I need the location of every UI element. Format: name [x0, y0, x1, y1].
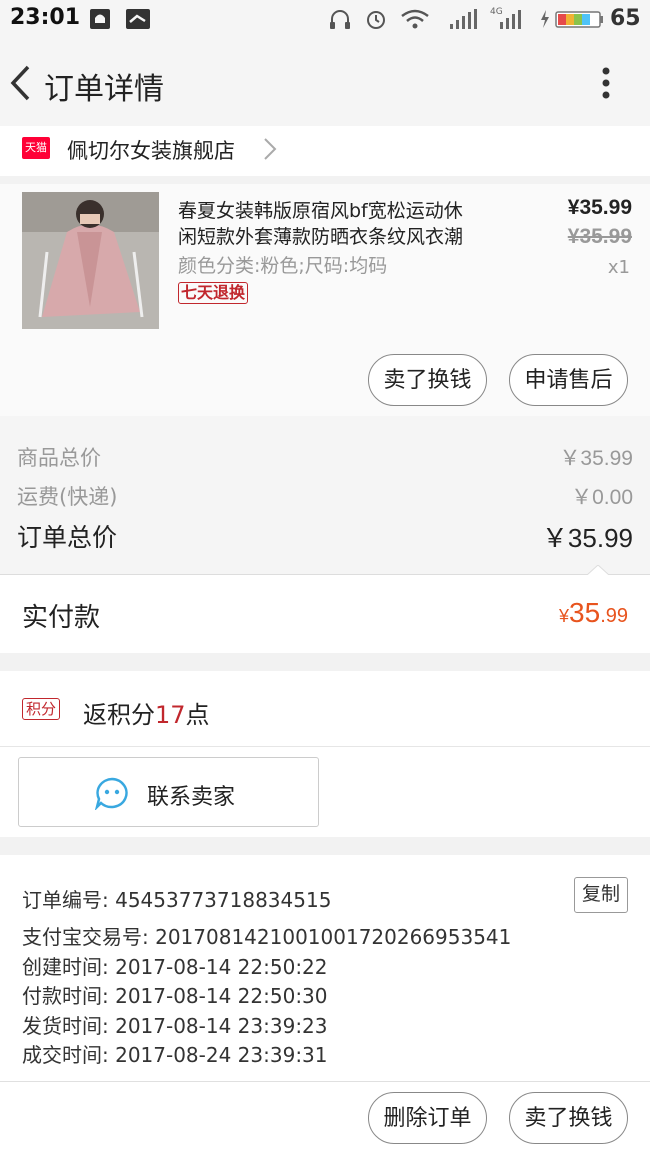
chat-icon — [94, 777, 128, 810]
page-title: 订单详情 — [44, 72, 164, 107]
shipping-value: ￥0.00 — [571, 486, 633, 509]
points-badge: 积分 — [22, 698, 61, 720]
paid-amount: ¥35.99 — [559, 597, 628, 629]
footer-bar: 删除订单 卖了换钱 — [0, 1082, 650, 1155]
paid-integer: 35 — [569, 597, 601, 628]
points-count: 17 — [155, 701, 186, 729]
points-section: 积分 返积分17点 — [0, 671, 650, 746]
contact-section: 联系卖家 — [0, 747, 650, 837]
points-suffix: 点 — [185, 701, 210, 729]
shop-name: 佩切尔女装旗舰店 — [67, 139, 235, 163]
notification-icon — [90, 9, 110, 29]
payment-section: 实付款 ¥35.99 — [0, 575, 650, 653]
return-policy-tag: 七天退换 — [178, 282, 249, 304]
product-quantity: x1 — [607, 257, 630, 278]
points-prefix: 返积分 — [83, 701, 155, 729]
shipped-time: 发货时间: 2017-08-14 23:39:23 — [22, 1014, 328, 1038]
product-original-price: ¥35.99 — [567, 225, 632, 248]
created-time: 创建时间: 2017-08-14 22:50:22 — [22, 955, 328, 979]
shipping-label: 运费(快递) — [17, 485, 118, 509]
product-title-line1[interactable]: 春夏女装韩版原宿风bf宽松运动休 — [178, 196, 463, 223]
alarm-icon — [367, 11, 385, 29]
paid-time: 付款时间: 2017-08-14 22:50:30 — [22, 984, 328, 1008]
paid-currency: ¥ — [559, 606, 570, 626]
points-text: 返积分17点 — [83, 695, 210, 730]
tmall-badge: 天猫 — [22, 137, 50, 159]
copy-button[interactable]: 复制 — [574, 877, 628, 913]
product-variant: 颜色分类:粉色;尺码:均码 — [178, 255, 388, 277]
paid-label: 实付款 — [22, 603, 101, 633]
delete-order-button[interactable]: 删除订单 — [368, 1092, 487, 1144]
battery-level: 65 — [610, 6, 641, 31]
contact-seller-label: 联系卖家 — [147, 785, 236, 810]
shop-row[interactable]: 天猫 佩切尔女装旗舰店 — [0, 126, 650, 176]
after-sale-button[interactable]: 申请售后 — [509, 354, 628, 406]
alipay-trade-number: 支付宝交易号: 2017081421001001720266953541 — [22, 925, 512, 949]
order-total-value: ￥35.99 — [541, 523, 633, 553]
order-info-section: 订单编号: 45453773718834515 支付宝交易号: 20170814… — [0, 855, 650, 1081]
paid-decimal: .99 — [600, 605, 628, 627]
battery-icon — [541, 10, 603, 28]
contact-seller-button[interactable]: 联系卖家 — [18, 757, 319, 827]
goods-total-value: ￥35.99 — [559, 447, 633, 470]
wifi-icon — [401, 9, 429, 29]
goods-total-label: 商品总价 — [17, 446, 101, 470]
order-number: 订单编号: 45453773718834515 — [22, 888, 332, 912]
headphones-icon — [330, 10, 350, 29]
product-price: ¥35.99 — [567, 196, 632, 219]
app-bar: 订单详情 — [0, 40, 650, 126]
signal-icon-2 — [500, 10, 521, 29]
completed-time: 成交时间: 2017-08-24 23:39:31 — [22, 1043, 328, 1067]
totals-section: 商品总价 ￥35.99 运费(快递) ￥0.00 订单总价 ￥35.99 — [0, 416, 650, 574]
message-icon — [126, 9, 150, 29]
signal-icon — [450, 9, 477, 29]
order-total-label: 订单总价 — [17, 523, 118, 552]
chevron-right-icon — [264, 138, 277, 160]
footer-sell-button[interactable]: 卖了换钱 — [509, 1092, 628, 1144]
more-options-icon[interactable] — [598, 66, 614, 102]
back-arrow-icon[interactable] — [8, 64, 32, 102]
sell-button[interactable]: 卖了换钱 — [368, 354, 487, 406]
product-image[interactable] — [22, 192, 159, 329]
status-time: 23:01 — [10, 5, 81, 30]
status-bar: 23:01 4G 65 — [0, 0, 650, 40]
product-section: 春夏女装韩版原宿风bf宽松运动休 闲短款外套薄款防晒衣条纹风衣潮 颜色分类:粉色… — [0, 184, 650, 416]
product-title-line2[interactable]: 闲短款外套薄款防晒衣条纹风衣潮 — [178, 222, 463, 249]
